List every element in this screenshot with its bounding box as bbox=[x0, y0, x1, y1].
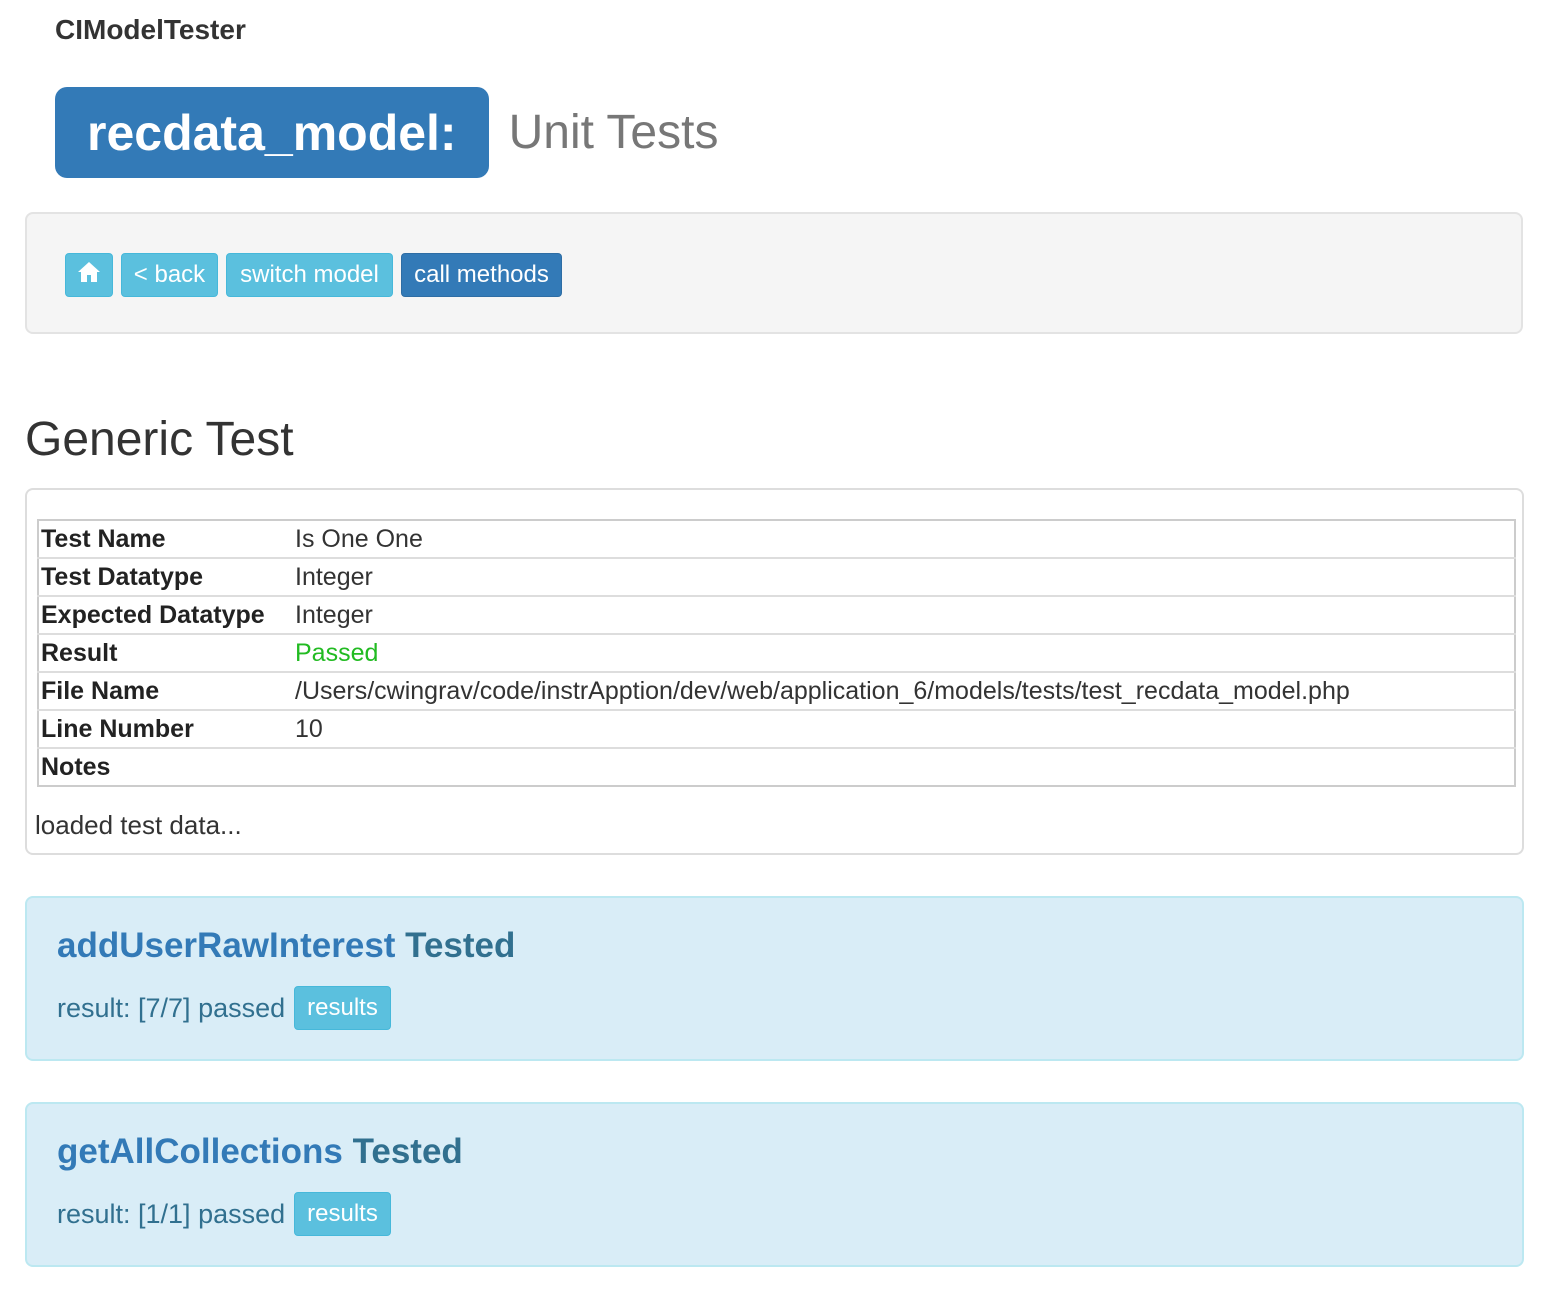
result-summary: result: [1/1] passed bbox=[57, 1198, 286, 1229]
method-name-link[interactable]: getAllCollections bbox=[57, 1132, 343, 1171]
row-label: File Name bbox=[38, 671, 293, 710]
switch-model-button[interactable]: switch model bbox=[226, 253, 393, 297]
table-row: Line Number 10 bbox=[38, 709, 1515, 748]
method-title: getAllCollections Tested bbox=[57, 1132, 463, 1172]
method-suffix: Tested bbox=[342, 1132, 463, 1171]
row-value bbox=[293, 747, 1515, 786]
method-name-link[interactable]: addUserRawInterest bbox=[57, 926, 395, 965]
section-title: Generic Test bbox=[25, 413, 294, 466]
home-icon bbox=[77, 261, 101, 290]
row-label: Line Number bbox=[38, 709, 293, 748]
load-status: loaded test data... bbox=[35, 810, 242, 840]
toolbar: < back switch model call methods bbox=[25, 212, 1523, 334]
table-row: Notes bbox=[38, 747, 1515, 786]
result-summary: result: [7/7] passed bbox=[57, 992, 286, 1023]
table-row: Test Datatype Integer bbox=[38, 557, 1515, 596]
table-row: Result Passed bbox=[38, 633, 1515, 672]
result-status: Passed bbox=[293, 633, 1515, 672]
row-label: Result bbox=[38, 633, 293, 672]
method-result-panel: addUserRawInterest Tested result: [7/7] … bbox=[25, 896, 1524, 1061]
method-result-panel: getAllCollections Tested result: [1/1] p… bbox=[25, 1102, 1524, 1267]
row-value: Integer bbox=[293, 557, 1515, 596]
table-row: Test Name Is One One bbox=[38, 520, 1515, 558]
generic-test-panel: Test Name Is One One Test Datatype Integ… bbox=[25, 488, 1524, 855]
back-button[interactable]: < back bbox=[121, 253, 218, 297]
row-value: Is One One bbox=[295, 524, 423, 553]
call-methods-button[interactable]: call methods bbox=[401, 253, 562, 297]
result-line: result: [7/7] passed results bbox=[57, 986, 391, 1030]
row-value: Integer bbox=[293, 595, 1515, 634]
page-subtitle: Unit Tests bbox=[508, 106, 719, 159]
row-label: Expected Datatype bbox=[38, 595, 293, 634]
table-row: Expected Datatype Integer bbox=[38, 595, 1515, 634]
row-label: Test Datatype bbox=[38, 557, 293, 596]
results-button[interactable]: results bbox=[294, 1192, 391, 1236]
table-row: File Name /Users/cwingrav/code/instrAppt… bbox=[38, 671, 1515, 710]
row-value: /Users/cwingrav/code/instrApption/dev/we… bbox=[293, 671, 1515, 710]
test-details-table: Test Name Is One One Test Datatype Integ… bbox=[37, 519, 1516, 787]
page-header: recdata_model: Unit Tests bbox=[55, 87, 718, 178]
home-button[interactable] bbox=[65, 253, 113, 297]
method-suffix: Tested bbox=[395, 926, 516, 965]
row-value: 10 bbox=[293, 709, 1515, 748]
method-title: addUserRawInterest Tested bbox=[57, 926, 515, 966]
results-button[interactable]: results bbox=[294, 986, 391, 1030]
result-line: result: [1/1] passed results bbox=[57, 1192, 391, 1236]
model-label: recdata_model: bbox=[55, 87, 489, 178]
row-label: Test Name bbox=[41, 524, 166, 553]
row-label: Notes bbox=[38, 747, 293, 786]
app-brand[interactable]: CIModelTester bbox=[55, 14, 246, 46]
